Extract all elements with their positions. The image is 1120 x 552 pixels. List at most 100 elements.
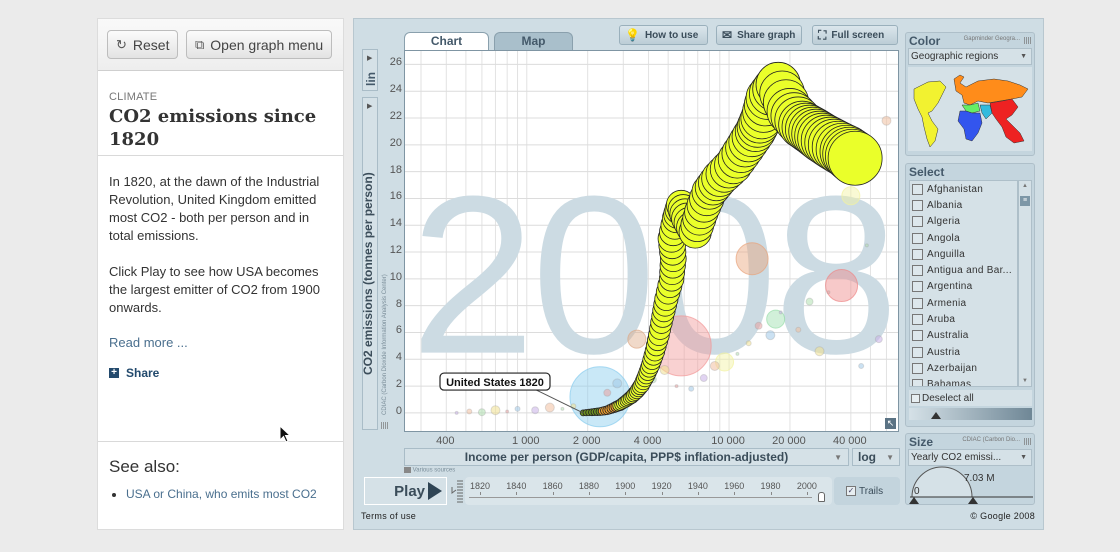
fullscreen-icon: ⛶: [818, 27, 827, 42]
story-panel: ↻ Reset ⧉ Open graph menu CLIMATE CO2 em…: [97, 18, 344, 530]
deselect-all-button[interactable]: Deselect all: [909, 390, 1032, 406]
country-bubble: [858, 362, 865, 369]
read-more-link[interactable]: Read more ...: [109, 335, 332, 350]
timeline-tick: [588, 492, 590, 495]
share-label: Share: [126, 366, 160, 380]
color-selected: Geographic regions: [911, 51, 999, 62]
size-source: CDIAC (Carbon Dio...: [962, 437, 1020, 443]
size-max-thumb[interactable]: [968, 497, 978, 504]
country-list-scrollbar[interactable]: ▲ ≡ ▼: [1018, 180, 1032, 387]
country-checkbox[interactable]: [912, 265, 923, 277]
region-color-map[interactable]: [908, 67, 1032, 151]
timeline-slider[interactable]: 1820 1840 1860 1880 1900 1920 1940 1960 1980 2000: [465, 477, 832, 505]
scroll-down-icon[interactable]: ▼: [1022, 378, 1028, 384]
color-indicator-dropdown[interactable]: Geographic regions ▼: [908, 48, 1032, 65]
country-item[interactable]: Algeria: [910, 214, 1017, 230]
country-item[interactable]: Anguilla: [910, 246, 1017, 262]
open-graph-menu-button[interactable]: ⧉ Open graph menu: [186, 30, 333, 59]
reset-button[interactable]: ↻ Reset: [107, 30, 179, 59]
zoom-reset-icon[interactable]: ↖: [885, 418, 896, 429]
y-scale-toggle[interactable]: ▶ lin: [362, 49, 378, 91]
timeline-tick: [806, 492, 808, 495]
country-item[interactable]: Antigua and Bar...: [910, 262, 1017, 278]
dropdown-arrow-icon: ▼: [834, 453, 842, 462]
page-title: CO2 emissions since 1820: [109, 106, 317, 150]
y-axis-label: CO2 emissions (tonnes per person): [361, 172, 375, 375]
country-checkbox[interactable]: [912, 216, 923, 228]
table-icon[interactable]: [1024, 438, 1031, 445]
country-bubble: [688, 385, 695, 392]
x-tick-label: 1 000: [512, 435, 540, 447]
size-max-label: 7.03 M: [964, 473, 995, 484]
country-bubble: [735, 242, 769, 276]
country-checkbox[interactable]: [912, 314, 923, 326]
country-bubble: [560, 406, 565, 411]
country-checkbox[interactable]: [912, 232, 923, 244]
country-item[interactable]: Armenia: [910, 295, 1017, 311]
country-item[interactable]: Angola: [910, 230, 1017, 246]
share-link[interactable]: + Share: [109, 366, 332, 380]
country-name: Antigua and Bar...: [927, 265, 1012, 277]
country-bubble: [490, 405, 501, 416]
country-checkbox[interactable]: [912, 248, 923, 260]
y-tick-label: 14: [389, 217, 402, 230]
play-button[interactable]: Play: [364, 477, 447, 505]
table-icon[interactable]: [1024, 37, 1031, 44]
country-item[interactable]: Austria: [910, 344, 1017, 360]
size-min-thumb[interactable]: [909, 497, 919, 504]
tab-map[interactable]: Map: [494, 32, 573, 50]
country-bubble: [627, 329, 647, 349]
country-item[interactable]: Australia: [910, 328, 1017, 344]
x-tick-label: 400: [436, 435, 455, 447]
timeline-year-label: 1840: [506, 481, 527, 491]
terms-of-use-link[interactable]: Terms of use: [361, 511, 416, 521]
windows-icon: ⧉: [195, 36, 205, 52]
country-item[interactable]: Bahamas: [910, 377, 1017, 386]
scroll-thumb[interactable]: ≡: [1020, 196, 1030, 206]
country-item[interactable]: Aruba: [910, 311, 1017, 327]
country-checkbox[interactable]: [912, 330, 923, 342]
size-scale-widget[interactable]: 0 7.03 M: [909, 466, 1033, 504]
x-indicator-selector[interactable]: Income per person (GDP/capita, PPP$ infl…: [404, 448, 849, 466]
country-checkbox[interactable]: [912, 346, 923, 358]
country-checkbox[interactable]: [912, 281, 923, 293]
country-list[interactable]: Afghanistan Albania Algeria Angola Anguilla A…: [909, 180, 1018, 387]
story-toolbar: ↻ Reset ⧉ Open graph menu: [98, 19, 343, 71]
refresh-icon: ↻: [116, 36, 127, 52]
timeline-tick: [770, 492, 772, 495]
country-item[interactable]: Albania: [910, 197, 1017, 213]
country-name: Afghanistan: [927, 183, 984, 195]
opacity-slider-thumb[interactable]: [931, 412, 941, 419]
country-item[interactable]: Azerbaijan: [910, 360, 1017, 376]
country-bubble: [709, 360, 720, 371]
timeline-thumb[interactable]: [818, 492, 826, 502]
speed-control-icon[interactable]: [450, 478, 464, 506]
country-checkbox[interactable]: [912, 183, 923, 195]
see-also-link[interactable]: USA or China, who emits most CO2: [126, 487, 317, 501]
country-checkbox[interactable]: [912, 362, 923, 374]
country-checkbox[interactable]: [912, 199, 923, 211]
country-checkbox[interactable]: [912, 297, 923, 309]
trails-toggle[interactable]: ✓ Trails: [834, 477, 900, 505]
plot-area[interactable]: 2008 United States 1820 ↖: [404, 50, 899, 432]
timeline-tick: [516, 492, 518, 495]
country-item[interactable]: Argentina: [910, 279, 1017, 295]
y-tick-label: 26: [389, 56, 402, 69]
x-source-label[interactable]: Various sources: [404, 467, 455, 474]
y-source-info-icon[interactable]: [381, 422, 388, 429]
country-item[interactable]: Afghanistan: [910, 181, 1017, 197]
x-tick-label: 4 000: [633, 435, 662, 447]
y-tick-label: 24: [389, 83, 402, 96]
how-to-use-button[interactable]: 💡 How to use: [619, 25, 708, 45]
x-scale-selector[interactable]: log ▼: [852, 448, 900, 466]
full-screen-button[interactable]: ⛶ Full screen: [812, 25, 898, 45]
country-bubble: [864, 243, 869, 248]
scroll-up-icon[interactable]: ▲: [1022, 183, 1028, 189]
share-graph-button[interactable]: ✉ Share graph: [716, 25, 802, 45]
timeline-year-label: 1980: [760, 481, 781, 491]
opacity-slider[interactable]: [909, 408, 1032, 420]
trails-checkbox[interactable]: ✓: [846, 486, 856, 496]
tab-chart[interactable]: Chart: [404, 32, 489, 50]
size-indicator-dropdown[interactable]: Yearly CO2 emissi... ▼: [908, 449, 1032, 466]
country-checkbox[interactable]: [912, 379, 923, 386]
